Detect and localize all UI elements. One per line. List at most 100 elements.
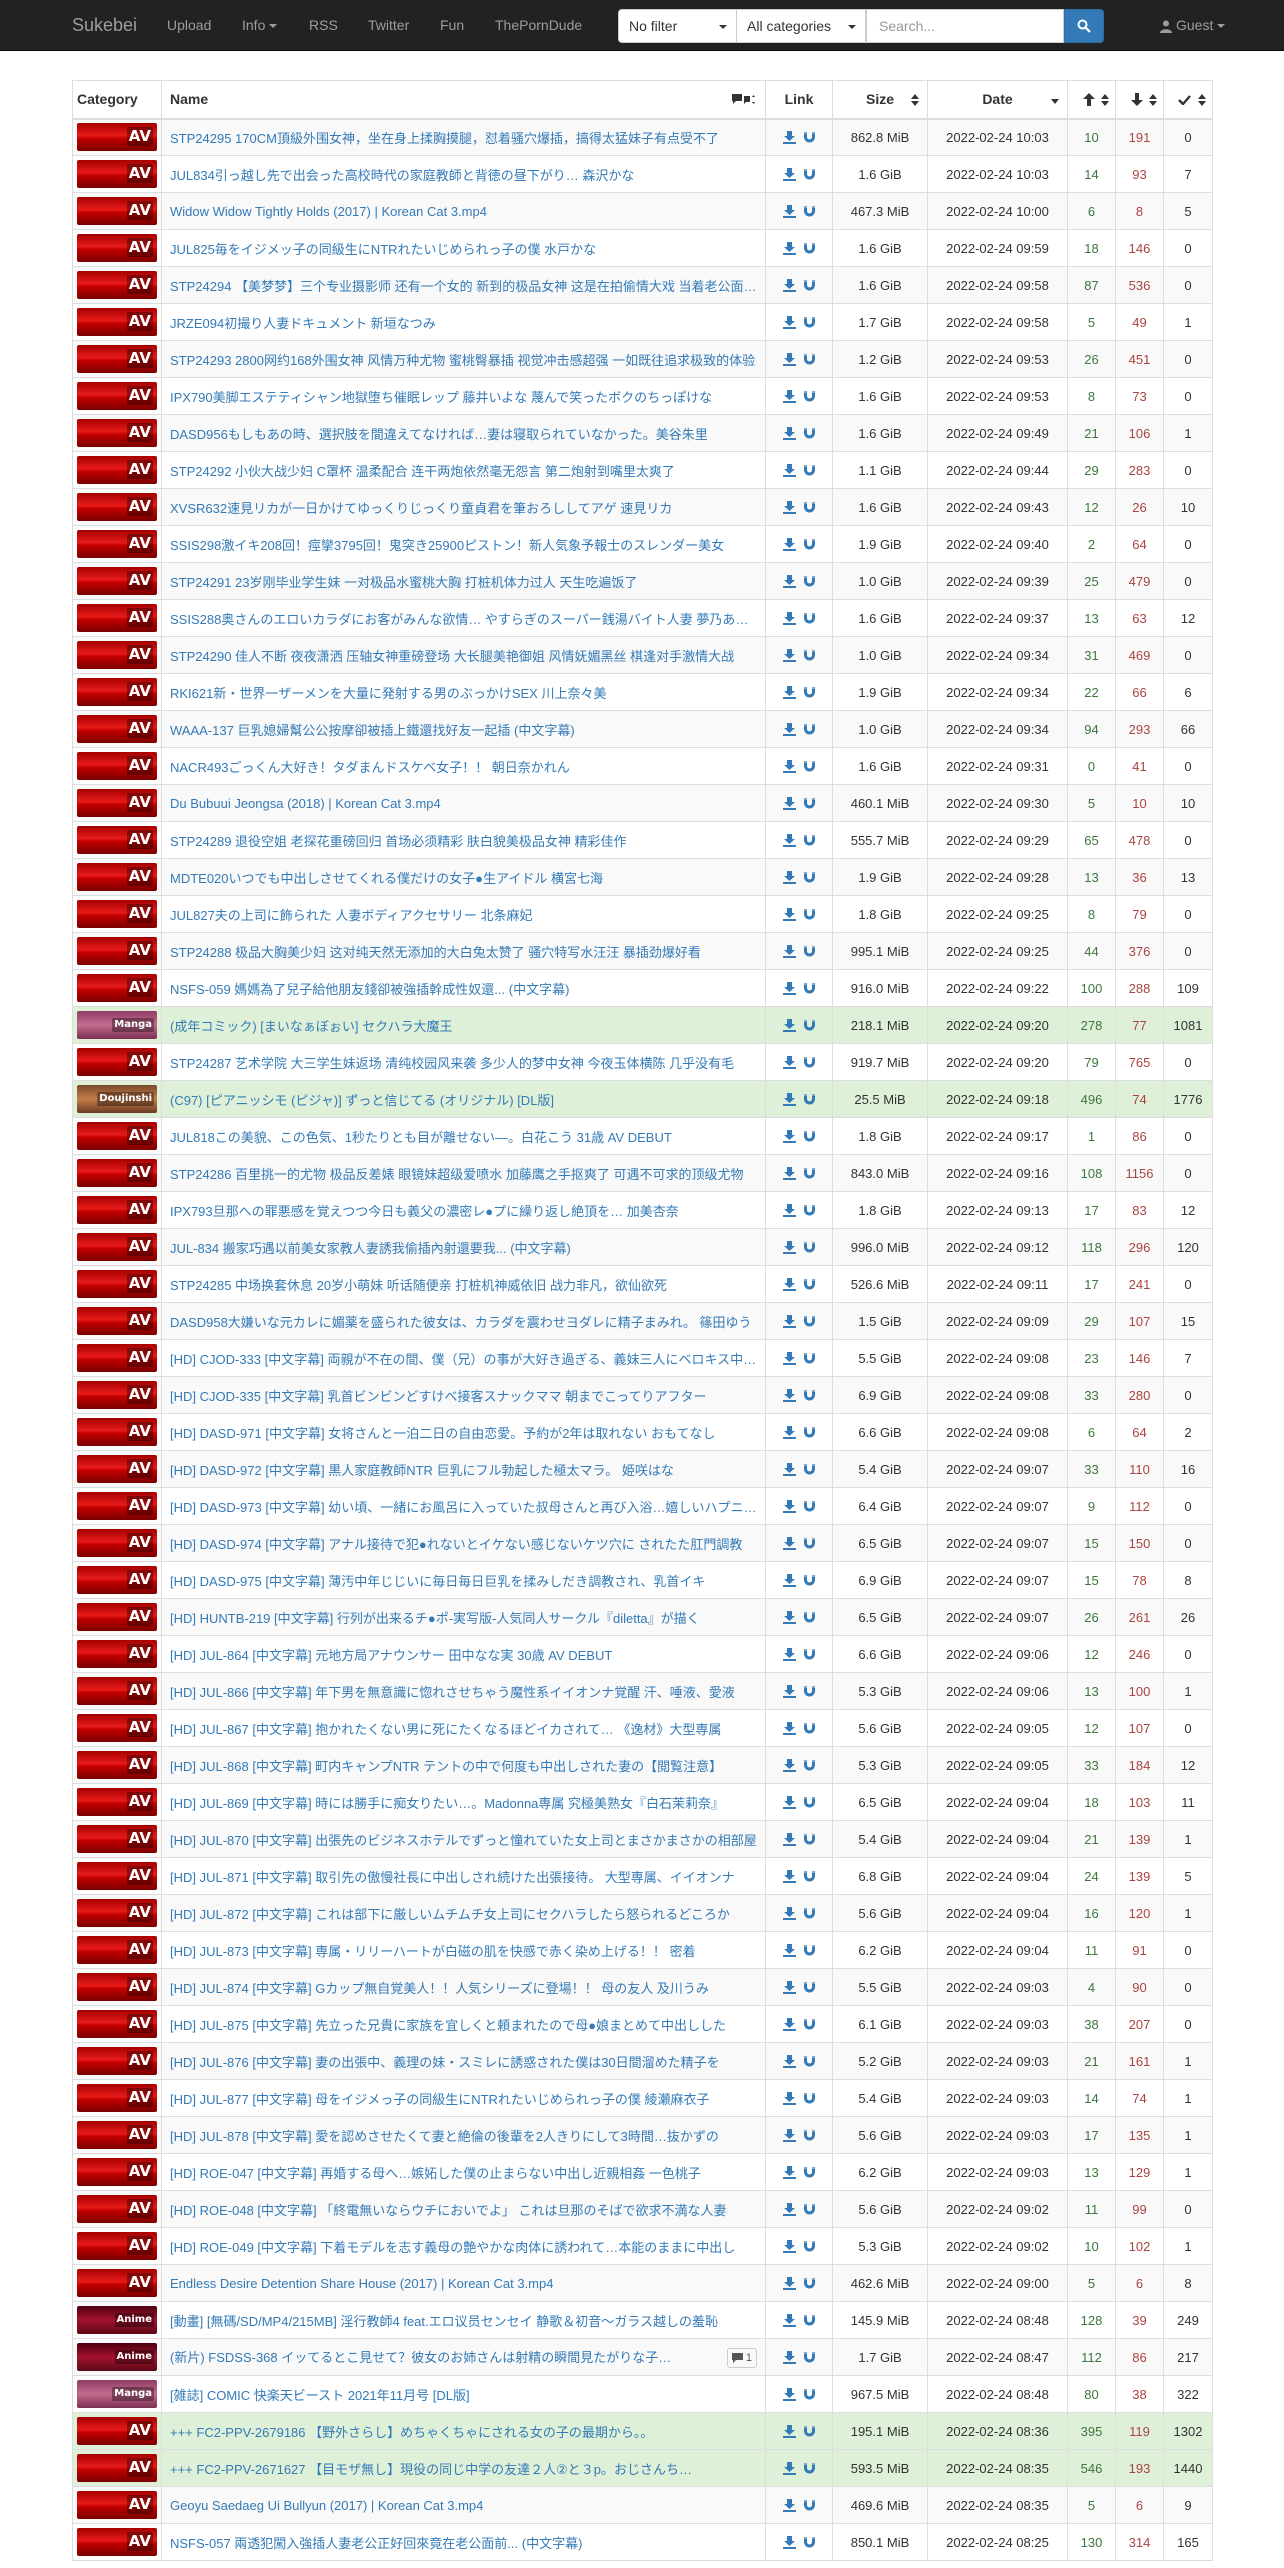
torrent-name-link[interactable]: NSFS-057 兩透犯闖入強插人妻老公正好回來竟在老公面前... (中文字幕) [170, 2533, 757, 2552]
torrent-name-link[interactable]: STP24286 百里挑一的尤物 极品反差婊 眼镜妹超级爱喷水 加藤鹰之手抠爽了… [170, 1164, 757, 1183]
torrent-name-link[interactable]: STP24290 佳人不断 夜夜潇洒 压轴女神重磅登场 大长腿美艳御姐 风情妩媚… [170, 646, 757, 665]
category-badge[interactable]: AV [77, 1307, 157, 1335]
category-badge[interactable]: AV [77, 2528, 157, 2556]
comments-sort-icon[interactable] [731, 93, 757, 110]
category-badge[interactable]: Doujinshi [77, 1085, 157, 1113]
magnet-icon[interactable] [802, 1537, 816, 1551]
download-icon[interactable] [782, 611, 796, 626]
header-date[interactable]: Date [927, 80, 1068, 120]
download-icon[interactable] [782, 131, 796, 145]
nav-rss[interactable]: RSS [309, 0, 338, 51]
torrent-name-link[interactable]: [HD] ROE-047 [中文字幕] 再婚する母へ…嫉妬した僕の止まらない中出… [170, 2163, 757, 2182]
category-badge[interactable]: AV [77, 530, 157, 558]
magnet-icon[interactable] [802, 1389, 816, 1403]
torrent-name-link[interactable]: Du Bubuui Jeongsa (2018) | Korean Cat 3.… [170, 796, 757, 811]
torrent-name-link[interactable]: JUL834引っ越し先で出会った高校時代の家庭教師と背徳の昼下がり… 森沢かな [170, 165, 757, 184]
category-badge[interactable]: Manga [77, 2380, 157, 2408]
download-icon[interactable] [782, 1018, 796, 1033]
category-badge[interactable]: AV [77, 493, 157, 521]
category-badge[interactable]: AV [77, 1825, 157, 1853]
magnet-icon[interactable] [802, 2055, 816, 2069]
category-badge[interactable]: AV [77, 1159, 157, 1187]
magnet-icon[interactable] [802, 1685, 816, 1699]
torrent-name-link[interactable]: [HD] DASD-975 [中文字幕] 薄汚中年じじいに毎日毎日巨乳を揉みしだ… [170, 1571, 757, 1590]
download-icon[interactable] [782, 1943, 796, 1958]
download-icon[interactable] [782, 2535, 796, 2550]
magnet-icon[interactable] [802, 612, 816, 626]
download-icon[interactable] [782, 2461, 796, 2476]
magnet-icon[interactable] [802, 1463, 816, 1477]
magnet-icon[interactable] [802, 871, 816, 885]
torrent-name-link[interactable]: [HD] DASD-974 [中文字幕] アナル接待で犯●れないとイケない感じな… [170, 1534, 757, 1553]
magnet-icon[interactable] [802, 1611, 816, 1625]
torrent-name-link[interactable]: SSIS298激イキ208回！痙攣3795回！鬼突き25900ピストン！新人気象… [170, 535, 757, 554]
download-icon[interactable] [782, 1351, 796, 1366]
magnet-icon[interactable] [802, 1648, 816, 1662]
magnet-icon[interactable] [802, 723, 816, 737]
magnet-icon[interactable] [802, 2240, 816, 2254]
category-badge[interactable]: AV [77, 308, 157, 336]
torrent-name-link[interactable]: Widow Widow Tightly Holds (2017) | Korea… [170, 204, 757, 219]
magnet-icon[interactable] [802, 1093, 816, 1107]
category-badge[interactable]: AV [77, 1640, 157, 1668]
magnet-icon[interactable] [802, 1278, 816, 1292]
torrent-name-link[interactable]: STP24293 2800网约168外围女神 风情万种尤物 蜜桃臀暴插 视觉冲击… [170, 350, 757, 369]
download-icon[interactable] [782, 1240, 796, 1255]
magnet-icon[interactable] [802, 205, 816, 219]
category-badge[interactable]: AV [77, 123, 157, 152]
magnet-icon[interactable] [802, 2018, 816, 2032]
category-badge[interactable]: AV [77, 2232, 157, 2260]
torrent-name-link[interactable]: [HD] JUL-875 [中文字幕] 先立った兄貴に家族を宜しくと頼まれたので… [170, 2015, 757, 2034]
download-icon[interactable] [782, 833, 796, 848]
download-icon[interactable] [782, 2165, 796, 2180]
download-icon[interactable] [782, 2498, 796, 2513]
magnet-icon[interactable] [802, 1204, 816, 1218]
category-badge[interactable]: AV [77, 1381, 157, 1409]
torrent-name-link[interactable]: [HD] JUL-867 [中文字幕] 抱かれたくない男に死にたくなるほどイカさ… [170, 1719, 757, 1738]
category-badge[interactable]: AV [77, 419, 157, 447]
torrent-name-link[interactable]: [HD] JUL-866 [中文字幕] 年下男を無意識に惚れさせちゃう魔性系イイ… [170, 1682, 757, 1701]
category-badge[interactable]: AV [77, 1566, 157, 1594]
torrent-name-link[interactable]: JUL827夫の上司に飾られた 人妻ボディアクセサリー 北条麻妃 [170, 905, 757, 924]
torrent-name-link[interactable]: [HD] JUL-873 [中文字幕] 専属・リリーハートが白磁の肌を快感で赤く… [170, 1941, 757, 1960]
magnet-icon[interactable] [802, 686, 816, 700]
magnet-icon[interactable] [802, 982, 816, 996]
download-icon[interactable] [782, 2239, 796, 2254]
download-icon[interactable] [782, 2350, 796, 2365]
category-badge[interactable]: AV [77, 1788, 157, 1816]
download-icon[interactable] [782, 2017, 796, 2032]
category-badge[interactable]: AV [77, 1677, 157, 1705]
brand-logo[interactable]: Sukebei [72, 0, 137, 51]
torrent-name-link[interactable]: [雑誌] COMIC 快楽天ビースト 2021年11月号 [DL版] [170, 2385, 757, 2404]
torrent-name-link[interactable]: STP24294 【美梦梦】三个专业摄影师 还有一个女的 新到的极品女神 这是在… [170, 276, 757, 295]
torrent-name-link[interactable]: MDTE020いつでも中出しさせてくれる僕だけの女子●生アイドル 横宮七海 [170, 868, 757, 887]
torrent-name-link[interactable]: [HD] JUL-874 [中文字幕] Gカップ無自覚美人！！人気シリーズに登場… [170, 1978, 757, 1997]
magnet-icon[interactable] [802, 242, 816, 256]
download-icon[interactable] [782, 2128, 796, 2143]
torrent-name-link[interactable]: [HD] HUNTB-219 [中文字幕] 行列が出来るチ●ポ-実写版-人気同人… [170, 1608, 757, 1627]
magnet-icon[interactable] [802, 1722, 816, 1736]
header-completed[interactable] [1163, 80, 1213, 120]
download-icon[interactable] [782, 1314, 796, 1329]
magnet-icon[interactable] [802, 1426, 816, 1440]
torrent-name-link[interactable]: NSFS-059 媽媽為了兒子給他朋友錢卻被強插幹成性奴還... (中文字幕) [170, 979, 757, 998]
magnet-icon[interactable] [802, 1944, 816, 1958]
download-icon[interactable] [782, 759, 796, 774]
category-badge[interactable]: AV [77, 1899, 157, 1927]
category-badge[interactable]: AV [77, 1122, 157, 1150]
magnet-icon[interactable] [802, 1870, 816, 1884]
magnet-icon[interactable] [802, 279, 816, 293]
category-badge[interactable]: AV [77, 2047, 157, 2075]
download-icon[interactable] [782, 2387, 796, 2402]
magnet-icon[interactable] [802, 2388, 816, 2402]
download-icon[interactable] [782, 574, 796, 589]
download-icon[interactable] [782, 944, 796, 959]
category-badge[interactable]: AV [77, 900, 157, 928]
torrent-name-link[interactable]: STP24288 极品大胸美少妇 这对纯天然无添加的大白兔太赞了 骚穴特写水汪汪… [170, 942, 757, 961]
magnet-icon[interactable] [802, 2425, 816, 2439]
torrent-name-link[interactable]: [HD] JUL-876 [中文字幕] 妻の出張中、義理の妹・スミレに誘惑された… [170, 2052, 757, 2071]
magnet-icon[interactable] [802, 1130, 816, 1144]
category-badge[interactable]: Anime [77, 2343, 157, 2371]
torrent-name-link[interactable]: WAAA-137 巨乳媳婦幫公公按摩卻被插上鐵還找好友一起插 (中文字幕) [170, 720, 757, 739]
magnet-icon[interactable] [802, 908, 816, 922]
